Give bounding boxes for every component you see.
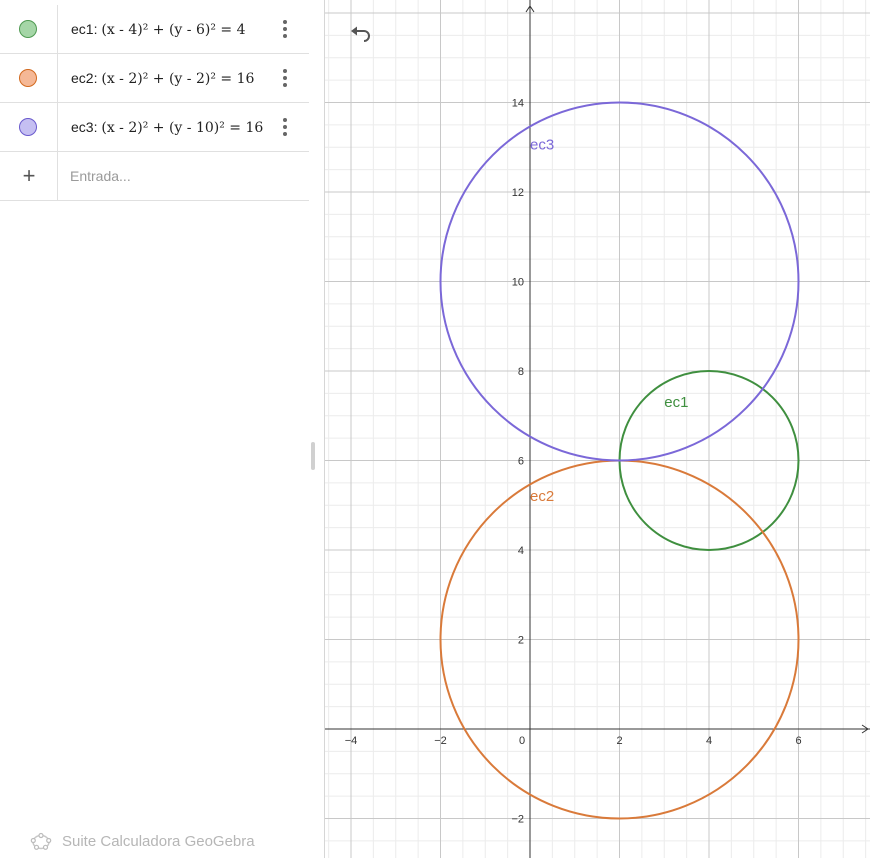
y-tick-label: 2 xyxy=(518,635,524,647)
visibility-cell xyxy=(0,103,58,151)
undo-icon[interactable] xyxy=(349,24,373,44)
equation-lhs: (x - 4)² + (y - 6)² xyxy=(101,22,216,38)
x-tick-label: −2 xyxy=(434,735,447,747)
x-tick-label: −4 xyxy=(345,735,358,747)
equation-text[interactable]: ec3: (x - 2)² + (y - 10)² = 16 xyxy=(71,103,263,151)
equation-rhs: 16 xyxy=(236,71,255,87)
equation-rhs: 16 xyxy=(245,120,264,136)
y-axis-ticks: −2 2 4 6 8 10 12 14 xyxy=(511,98,524,826)
algebra-row-ec3[interactable]: ec3: (x - 2)² + (y - 10)² = 16 xyxy=(0,103,309,152)
algebra-row-ec1[interactable]: ec1: (x - 4)² + (y - 6)² = 4 xyxy=(0,5,309,54)
equation-rhs: 4 xyxy=(236,22,246,38)
panel-resize-handle[interactable] xyxy=(311,442,315,470)
y-tick-label: 6 xyxy=(518,456,524,468)
visibility-cell xyxy=(0,54,58,102)
y-tick-label: 10 xyxy=(512,277,524,289)
coordinate-plane[interactable]: −4 −2 0 2 4 6 −2 2 4 6 8 10 12 14 ec1 ec… xyxy=(325,0,870,858)
label-ec3[interactable]: ec3 xyxy=(530,136,554,153)
y-tick-label: −2 xyxy=(511,814,524,826)
x-axis-ticks: −4 −2 0 2 4 6 xyxy=(345,735,802,747)
equation-lhs: (x - 2)² + (y - 2)² xyxy=(101,71,216,87)
more-vert-icon[interactable] xyxy=(278,116,292,138)
x-tick-label: 6 xyxy=(795,735,801,747)
equation-name: ec3 xyxy=(71,119,94,135)
y-tick-label: 12 xyxy=(512,187,524,199)
more-vert-icon[interactable] xyxy=(278,67,292,89)
visibility-toggle-ec3[interactable] xyxy=(19,118,37,136)
x-tick-label: 2 xyxy=(616,735,622,747)
equation-lhs: (x - 2)² + (y - 10)² xyxy=(101,120,225,136)
footer: Suite Calculadora GeoGebra xyxy=(30,828,255,854)
label-ec1[interactable]: ec1 xyxy=(664,394,688,411)
visibility-toggle-ec2[interactable] xyxy=(19,69,37,87)
more-vert-icon[interactable] xyxy=(278,18,292,40)
algebra-row-ec2[interactable]: ec2: (x - 2)² + (y - 2)² = 16 xyxy=(0,54,309,103)
graphics-view[interactable]: −4 −2 0 2 4 6 −2 2 4 6 8 10 12 14 ec1 ec… xyxy=(325,0,870,858)
equation-name: ec1 xyxy=(71,21,94,37)
y-tick-label: 8 xyxy=(518,366,524,378)
equation-text[interactable]: ec1: (x - 4)² + (y - 6)² = 4 xyxy=(71,5,246,53)
y-tick-label: 4 xyxy=(518,545,524,557)
visibility-cell xyxy=(0,5,58,53)
add-cell: + xyxy=(0,152,58,200)
equation-text[interactable]: ec2: (x - 2)² + (y - 2)² = 16 xyxy=(71,54,254,102)
geogebra-logo-icon xyxy=(30,832,52,850)
label-ec2[interactable]: ec2 xyxy=(530,488,554,505)
plus-icon[interactable]: + xyxy=(19,165,39,187)
y-tick-label: 14 xyxy=(512,98,524,110)
algebra-input[interactable]: Entrada... xyxy=(70,152,131,201)
algebra-panel: ec1: (x - 4)² + (y - 6)² = 4 ec2: (x - 2… xyxy=(0,0,325,858)
visibility-toggle-ec1[interactable] xyxy=(19,20,37,38)
x-tick-label: 4 xyxy=(706,735,712,747)
app-name: Suite Calculadora GeoGebra xyxy=(62,832,255,850)
algebra-input-row[interactable]: + Entrada... xyxy=(0,152,309,201)
equation-name: ec2 xyxy=(71,70,94,86)
x-tick-label: 0 xyxy=(519,735,525,747)
